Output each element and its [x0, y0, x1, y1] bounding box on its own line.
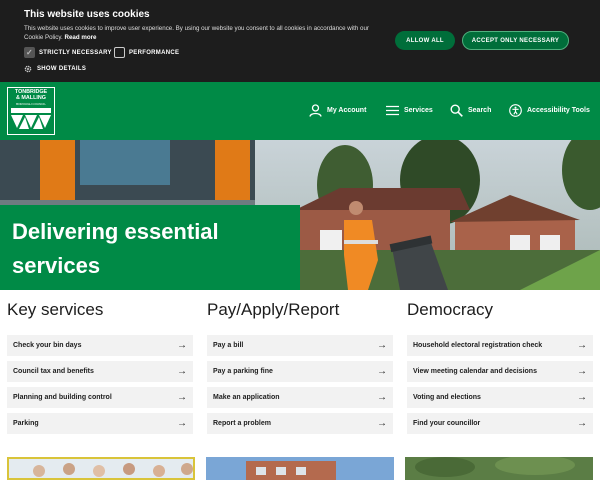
- link-label: View meeting calendar and decisions: [413, 368, 537, 375]
- people-photo: [9, 459, 193, 478]
- link-label: Voting and elections: [413, 394, 481, 401]
- logo-line-2: & MALLING: [16, 94, 46, 101]
- link-electoral-registration[interactable]: Household electoral registration check →: [407, 335, 593, 356]
- cookie-text: This website uses cookies to improve use…: [24, 24, 384, 42]
- menu-icon: [386, 105, 399, 115]
- services-menu-button[interactable]: Services: [386, 102, 433, 118]
- link-find-councillor[interactable]: Find your councillor →: [407, 413, 593, 434]
- link-label: Council tax and benefits: [13, 368, 94, 375]
- my-account-link[interactable]: My Account: [309, 102, 366, 118]
- council-logo[interactable]: TONBRIDGE & MALLING BOROUGH COUNCIL: [7, 87, 55, 135]
- strictly-necessary-label: STRICTLY NECESSARY: [39, 49, 112, 56]
- allow-all-button[interactable]: ALLOW ALL: [395, 31, 455, 50]
- accessibility-tools-button[interactable]: Accessibility Tools: [509, 102, 590, 118]
- my-account-label: My Account: [327, 106, 367, 114]
- link-label: Pay a bill: [213, 342, 244, 349]
- hero-title: Delivering essential services: [0, 205, 300, 290]
- hero-title-line-1: Delivering essential: [12, 219, 219, 244]
- countryside-photo: [405, 457, 593, 480]
- pay-apply-report-section: Pay/Apply/Report Pay a bill → Pay a parki…: [207, 300, 393, 439]
- accept-necessary-button[interactable]: ACCEPT ONLY NECESSARY: [462, 31, 569, 50]
- link-council-tax[interactable]: Council tax and benefits →: [7, 361, 193, 382]
- arrow-right-icon: →: [377, 392, 387, 403]
- link-planning[interactable]: Planning and building control →: [7, 387, 193, 408]
- site-header: TONBRIDGE & MALLING BOROUGH COUNCIL My A…: [0, 82, 600, 140]
- search-icon: [450, 103, 463, 117]
- democracy-section: Democracy Household electoral registrati…: [407, 300, 593, 439]
- arrow-right-icon: →: [577, 366, 587, 377]
- logo-line-3: BOROUGH COUNCIL: [16, 102, 46, 106]
- arrow-right-icon: →: [377, 340, 387, 351]
- link-pay-bill[interactable]: Pay a bill →: [207, 335, 393, 356]
- link-label: Parking: [13, 420, 39, 427]
- cookie-banner: This website uses cookies This website u…: [0, 0, 600, 82]
- read-more-link[interactable]: Read more: [64, 34, 96, 41]
- thumbnail-countryside[interactable]: [405, 457, 593, 480]
- building-photo: [206, 457, 394, 480]
- link-label: Pay a parking fine: [213, 368, 273, 375]
- link-report-problem[interactable]: Report a problem →: [207, 413, 393, 434]
- link-label: Find your councillor: [413, 420, 481, 427]
- arrow-right-icon: →: [177, 392, 187, 403]
- performance-label: PERFORMANCE: [129, 49, 180, 56]
- link-label: Report a problem: [213, 420, 271, 427]
- link-parking-fine[interactable]: Pay a parking fine →: [207, 361, 393, 382]
- link-meeting-calendar[interactable]: View meeting calendar and decisions →: [407, 361, 593, 382]
- section-heading: Democracy: [407, 300, 493, 319]
- arrow-right-icon: →: [177, 366, 187, 377]
- arrow-right-icon: →: [377, 366, 387, 377]
- cookie-title: This website uses cookies: [24, 9, 150, 20]
- link-label: Make an application: [213, 394, 280, 401]
- logo-text: TONBRIDGE & MALLING: [8, 89, 54, 101]
- accessibility-label: Accessibility Tools: [527, 106, 590, 114]
- section-heading: Pay/Apply/Report: [207, 300, 340, 319]
- checkbox-unchecked-icon: [114, 47, 125, 58]
- logo-emblem-icon: [11, 108, 51, 129]
- link-make-application[interactable]: Make an application →: [207, 387, 393, 408]
- section-heading: Key services: [7, 300, 104, 319]
- thumbnail-people[interactable]: [7, 457, 195, 480]
- arrow-right-icon: →: [377, 418, 387, 429]
- key-services-section: Key services Check your bin days → Counci…: [7, 300, 193, 439]
- arrow-right-icon: →: [577, 392, 587, 403]
- thumbnail-building[interactable]: [206, 457, 394, 480]
- strictly-necessary-checkbox[interactable]: STRICTLY NECESSARY: [24, 47, 112, 58]
- arrow-right-icon: →: [177, 340, 187, 351]
- show-details-label: SHOW DETAILS: [37, 66, 87, 72]
- accessibility-icon: [509, 103, 522, 117]
- performance-checkbox[interactable]: PERFORMANCE: [114, 47, 179, 58]
- show-details-toggle[interactable]: SHOW DETAILS: [24, 65, 86, 73]
- gear-icon: [24, 65, 32, 73]
- link-voting-elections[interactable]: Voting and elections →: [407, 387, 593, 408]
- search-button[interactable]: Search: [450, 102, 491, 118]
- hero-title-line-2: services: [12, 253, 101, 278]
- link-check-bin-days[interactable]: Check your bin days →: [7, 335, 193, 356]
- search-label: Search: [468, 106, 492, 114]
- hero-banner: Delivering essential services: [0, 140, 600, 290]
- arrow-right-icon: →: [577, 340, 587, 351]
- services-label: Services: [404, 106, 433, 114]
- checkbox-checked-icon: [24, 47, 35, 58]
- arrow-right-icon: →: [177, 418, 187, 429]
- user-icon: [309, 103, 322, 117]
- link-parking[interactable]: Parking →: [7, 413, 193, 434]
- link-label: Household electoral registration check: [413, 342, 543, 349]
- link-label: Check your bin days: [13, 342, 82, 349]
- link-label: Planning and building control: [13, 394, 112, 401]
- arrow-right-icon: →: [577, 418, 587, 429]
